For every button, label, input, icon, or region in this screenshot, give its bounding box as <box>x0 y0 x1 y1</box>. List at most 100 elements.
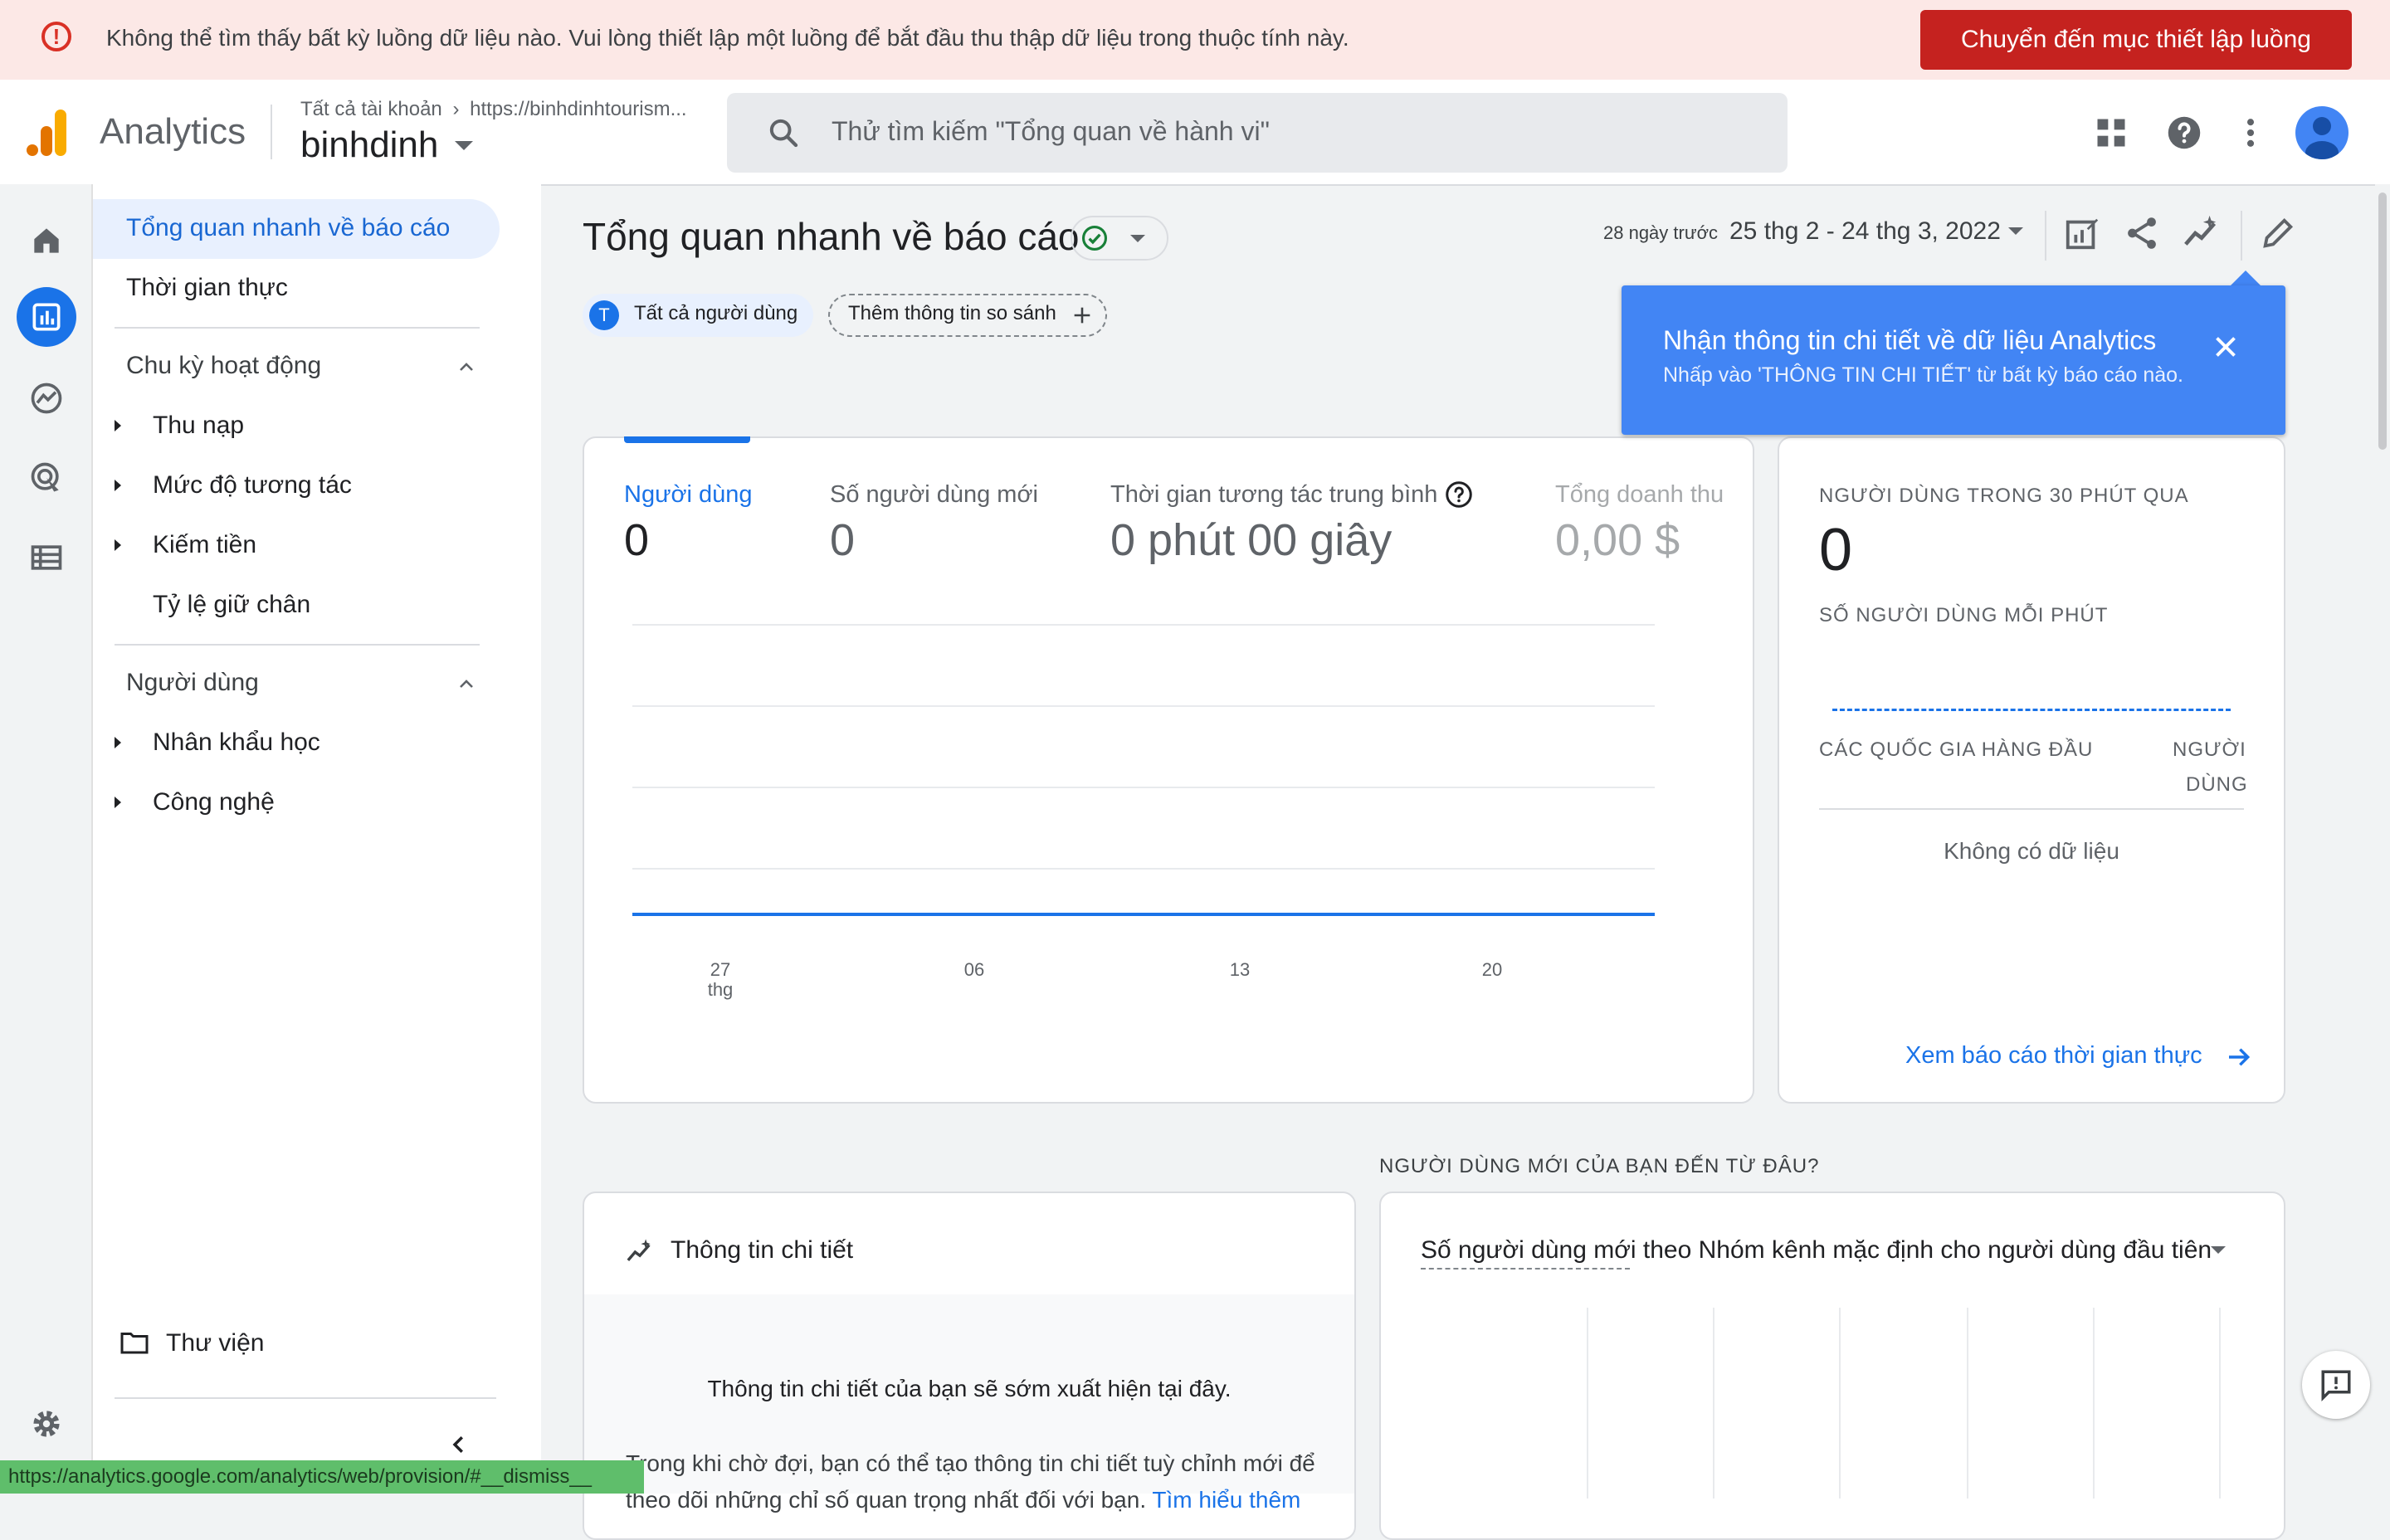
learn-more-link[interactable]: Tìm hiểu thêm <box>1152 1487 1300 1513</box>
expand-arrow-icon[interactable] <box>115 539 121 551</box>
edit-icon[interactable] <box>2259 214 2297 252</box>
check-circle-icon <box>1081 225 1108 251</box>
chart-gridline <box>632 868 1655 870</box>
metric-value-revenue: 0,00 $ <box>1555 515 1680 565</box>
table-divider <box>1819 808 2244 810</box>
chart-gridline <box>632 624 1655 626</box>
metric-value-engagement-time: 0 phút 00 giây <box>1110 515 1393 565</box>
chevron-up-icon[interactable] <box>456 357 476 377</box>
insights-sub-message: Trong khi chờ đợi, bạn có thể tạo thông … <box>626 1445 1315 1518</box>
expand-arrow-icon[interactable] <box>115 420 121 431</box>
date-comparison-label: 28 ngày trước <box>1603 222 1718 244</box>
avatar[interactable] <box>2295 106 2349 159</box>
breadcrumb-separator-icon: › <box>452 98 460 120</box>
avatar-person-icon <box>2305 117 2339 159</box>
apps-icon[interactable] <box>2093 115 2129 151</box>
nav-item-acquisition[interactable]: Thu nạp <box>153 412 244 440</box>
close-icon[interactable] <box>2211 332 2241 362</box>
share-icon[interactable] <box>2123 214 2161 252</box>
analytics-logo-icon[interactable] <box>25 108 70 158</box>
nav-item-library[interactable]: Thư viện <box>166 1329 264 1357</box>
per-minute-caption: SỐ NGƯỜI DÙNG MỖI PHÚT <box>1819 604 2109 626</box>
realtime-card <box>1778 436 2285 1104</box>
chevron-up-icon[interactable] <box>456 674 476 694</box>
nav-divider <box>115 1397 496 1399</box>
banner-message: Không thể tìm thấy bất kỳ luồng dữ liệu … <box>106 25 1349 51</box>
chart-gridline <box>1967 1308 1968 1499</box>
x-tick-label: 27 <box>710 959 731 980</box>
header-divider <box>271 105 272 159</box>
realtime-user-count: 0 <box>1819 517 1853 583</box>
insights-title: Thông tin chi tiết <box>671 1236 854 1264</box>
top-countries-header: CÁC QUỐC GIA HÀNG ĐẦU <box>1819 738 2094 761</box>
metric-value-users: 0 <box>624 515 650 565</box>
collapse-nav-icon[interactable] <box>446 1432 471 1457</box>
nav-section-lifecycle[interactable]: Chu kỳ hoạt động <box>126 352 321 380</box>
customize-report-icon[interactable] <box>2063 214 2101 252</box>
search-input[interactable]: Thử tìm kiếm "Tổng quan về hành vi" <box>832 116 1270 147</box>
setup-stream-button[interactable]: Chuyển đến mục thiết lập luồng <box>1920 10 2352 70</box>
date-range-selector[interactable]: 25 thg 2 - 24 thg 3, 2022 <box>1729 217 2001 246</box>
metric-tab-new-users[interactable]: Số người dùng mới <box>830 481 1038 509</box>
explore-icon[interactable] <box>28 380 65 417</box>
error-icon: ! <box>41 22 71 51</box>
x-tick-label: 13 <box>1229 959 1251 980</box>
expand-arrow-icon[interactable] <box>115 797 121 808</box>
segment-avatar: T <box>589 300 619 330</box>
nav-item-retention[interactable]: Tỷ lệ giữ chân <box>153 591 310 619</box>
source-chart-title[interactable]: Số người dùng mới theo Nhóm kênh mặc địn… <box>1421 1236 2212 1265</box>
advertising-icon[interactable] <box>28 460 65 496</box>
settings-icon[interactable] <box>28 1406 65 1442</box>
home-icon[interactable] <box>28 222 65 259</box>
realtime-caption: NGƯỜI DÙNG TRONG 30 PHÚT QUA <box>1819 485 2189 507</box>
nav-item-monetization[interactable]: Kiếm tiền <box>153 531 256 559</box>
insights-icon[interactable] <box>2183 214 2221 252</box>
insights-empty-message: Thông tin chi tiết của bạn sẽ sớm xuất h… <box>707 1376 1232 1401</box>
caret-down-icon[interactable] <box>1130 235 1145 242</box>
arrow-forward-icon[interactable] <box>2224 1044 2254 1070</box>
caret-down-icon[interactable] <box>455 141 473 150</box>
caret-down-icon[interactable] <box>2211 1246 2226 1254</box>
report-nav-panel <box>93 184 541 1494</box>
scrollbar-thumb[interactable] <box>2378 192 2387 450</box>
add-comparison-label: Thêm thông tin so sánh <box>848 302 1056 324</box>
x-tick-label: 06 <box>963 959 985 980</box>
new-users-section-caption: NGƯỜI DÙNG MỚI CỦA BẠN ĐẾN TỪ ĐÂU? <box>1379 1155 1820 1177</box>
metric-tab-users[interactable]: Người dùng <box>624 481 753 509</box>
nav-item-tech[interactable]: Công nghệ <box>153 788 275 816</box>
reports-icon[interactable] <box>28 299 65 335</box>
no-data-text: Không có dữ liệu <box>1944 838 2119 864</box>
help-icon[interactable] <box>2166 115 2202 151</box>
feedback-button[interactable] <box>2302 1351 2370 1419</box>
metric-tab-revenue[interactable]: Tổng doanh thu <box>1555 481 1724 509</box>
segment-label: Tất cả người dùng <box>634 302 798 324</box>
nav-item-overview[interactable]: Tổng quan nhanh về báo cáo <box>126 214 450 242</box>
configure-icon[interactable] <box>28 539 65 576</box>
nav-item-engagement[interactable]: Mức độ tương tác <box>153 471 352 500</box>
breadcrumb[interactable]: Tất cả tài khoản › https://binhdinhtouri… <box>300 98 687 121</box>
insights-sub-line1: Trong khi chờ đợi, bạn có thể tạo thông … <box>626 1450 1315 1476</box>
property-selector[interactable]: binhdinh <box>300 124 438 166</box>
more-vert-icon[interactable] <box>2232 115 2269 151</box>
view-realtime-link[interactable]: Xem báo cáo thời gian thực <box>1905 1042 2202 1070</box>
chart-gridline <box>2219 1308 2221 1499</box>
status-bar-url: https://analytics.google.com/analytics/w… <box>0 1460 644 1494</box>
expand-arrow-icon[interactable] <box>115 737 121 748</box>
expand-arrow-icon[interactable] <box>115 480 121 491</box>
page-title: Tổng quan nhanh về báo cáo <box>583 215 1080 258</box>
nav-item-demographics[interactable]: Nhân khẩu học <box>153 729 320 757</box>
x-tick-sublabel: thg <box>707 979 734 1000</box>
insights-tooltip <box>1622 285 2285 435</box>
app-name: Analytics <box>100 111 246 152</box>
chart-gridline <box>2093 1308 2095 1499</box>
chart-gridline <box>1839 1308 1841 1499</box>
tooltip-body: Nhấp vào 'THÔNG TIN CHI TIẾT' từ bất kỳ … <box>1663 363 2183 387</box>
metric-value-new-users: 0 <box>830 515 856 565</box>
help-outline-icon[interactable] <box>1444 480 1474 509</box>
nav-divider <box>115 327 480 329</box>
caret-down-icon[interactable] <box>2008 227 2023 235</box>
metric-tab-revenue-clip[interactable]: Tổng doanh thu 0,00 $ <box>1555 473 1754 573</box>
metric-tab-engagement-time[interactable]: Thời gian tương tác trung bình <box>1110 481 1437 509</box>
nav-item-realtime[interactable]: Thời gian thực <box>126 274 288 302</box>
nav-section-user[interactable]: Người dùng <box>126 669 259 697</box>
